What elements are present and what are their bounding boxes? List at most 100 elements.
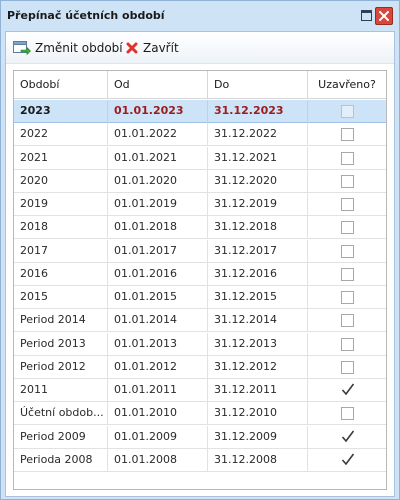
cell-period: Period 2014: [14, 309, 108, 333]
table-row[interactable]: Period 2012 01.01.2012 31.12.2012: [14, 355, 386, 379]
cell-to: 31.12.2020: [208, 169, 308, 193]
cell-from: 01.01.2009: [108, 425, 208, 449]
cell-period: 2020: [14, 169, 108, 193]
table-row[interactable]: 2011 01.01.2011 31.12.2011: [14, 379, 386, 402]
cell-from: 01.01.2012: [108, 355, 208, 379]
closed-checkbox[interactable]: [341, 314, 354, 328]
cell-to: 31.12.2009: [208, 425, 308, 449]
closed-checkbox[interactable]: [341, 198, 354, 211]
table-row[interactable]: Period 2009 01.01.2009 31.12.2009: [14, 425, 386, 449]
cell-closed: [308, 333, 386, 356]
cell-period: 2019: [14, 193, 108, 216]
cell-period: 2017: [14, 239, 108, 263]
column-header-from[interactable]: Od: [108, 71, 208, 99]
closed-checkbox[interactable]: [341, 291, 354, 304]
closed-checkbox[interactable]: [341, 360, 354, 374]
closed-checkbox[interactable]: [341, 174, 354, 188]
table-row[interactable]: Perioda 2008 01.01.2008 31.12.2008: [14, 448, 386, 472]
cell-closed: [308, 147, 386, 170]
cell-to: 31.12.2017: [208, 239, 308, 263]
cell-period: Period 2009: [14, 425, 108, 449]
cell-to: 31.12.2008: [208, 448, 308, 472]
cell-period: 2021: [14, 146, 108, 170]
cell-from: 01.01.2013: [108, 332, 208, 356]
table-row[interactable]: Účetní obdob... 01.01.2010 31.12.2010: [14, 402, 386, 426]
close-button[interactable]: Zavřít: [125, 39, 179, 57]
closed-checkbox[interactable]: [341, 244, 354, 258]
red-x-icon: [126, 42, 138, 54]
cell-to: 31.12.2019: [208, 193, 308, 216]
table-row[interactable]: 2018 01.01.2018 31.12.2018: [14, 216, 386, 240]
close-icon: [379, 11, 389, 21]
cell-to: 31.12.2013: [208, 332, 308, 356]
closed-checkbox-checked[interactable]: [341, 453, 355, 467]
closed-checkbox-checked[interactable]: [341, 430, 355, 444]
cell-period: 2011: [14, 379, 108, 402]
closed-checkbox[interactable]: [341, 267, 354, 281]
cell-period: Period 2013: [14, 332, 108, 356]
periods-table: Období Od Do Uzavřeno? 2023 01.01.2023 31.…: [13, 70, 387, 490]
maximize-icon: [361, 10, 372, 21]
cell-closed: [308, 263, 386, 286]
cell-closed: [308, 379, 386, 402]
cell-from: 01.01.2011: [108, 379, 208, 402]
cell-from: 01.01.2014: [108, 309, 208, 333]
cell-period: 2018: [14, 216, 108, 240]
table-row[interactable]: Period 2014 01.01.2014 31.12.2014: [14, 309, 386, 333]
table-row[interactable]: 2019 01.01.2019 31.12.2019: [14, 193, 386, 216]
table-row[interactable]: 2017 01.01.2017 31.12.2017: [14, 239, 386, 263]
closed-checkbox[interactable]: [341, 337, 354, 351]
cell-to: 31.12.2018: [208, 216, 308, 240]
title-bar[interactable]: Přepínač účetních období: [1, 1, 399, 31]
cell-to: 31.12.2012: [208, 355, 308, 379]
window-close-button[interactable]: [375, 7, 393, 25]
cell-period: 2016: [14, 262, 108, 286]
cell-closed: [308, 309, 386, 332]
table-row[interactable]: 2016 01.01.2016 31.12.2016: [14, 262, 386, 286]
cell-from: 01.01.2008: [108, 448, 208, 472]
cell-period: Perioda 2008: [14, 448, 108, 472]
table-header: Období Od Do Uzavřeno?: [14, 71, 386, 99]
closed-checkbox[interactable]: [341, 151, 354, 165]
cell-closed: [308, 426, 386, 449]
table-row[interactable]: 2023 01.01.2023 31.12.2023: [14, 100, 386, 123]
table-row[interactable]: 2022 01.01.2022 31.12.2022: [14, 123, 386, 147]
column-header-closed[interactable]: Uzavřeno?: [308, 71, 386, 99]
cell-from: 01.01.2022: [108, 123, 208, 147]
closed-checkbox-checked[interactable]: [341, 383, 355, 397]
cell-to: 31.12.2023: [208, 100, 308, 123]
cell-period: 2022: [14, 123, 108, 147]
cell-closed: [308, 240, 386, 263]
closed-checkbox[interactable]: [341, 128, 354, 142]
client-area: Změnit období Zavřít Období Od Do Uzavře…: [5, 31, 395, 497]
cell-to: 31.12.2011: [208, 379, 308, 402]
table-row[interactable]: 2021 01.01.2021 31.12.2021: [14, 146, 386, 170]
cell-closed: [308, 123, 386, 146]
column-header-to[interactable]: Do: [208, 71, 308, 99]
cell-from: 01.01.2010: [108, 402, 208, 426]
window-title: Přepínač účetních období: [7, 9, 165, 22]
table-row[interactable]: 2020 01.01.2020 31.12.2020: [14, 169, 386, 193]
change-period-button[interactable]: Změnit období: [13, 39, 123, 57]
closed-checkbox[interactable]: [341, 407, 354, 421]
closed-checkbox[interactable]: [341, 221, 354, 235]
table-row[interactable]: Period 2013 01.01.2013 31.12.2013: [14, 332, 386, 356]
closed-checkbox[interactable]: [341, 105, 354, 118]
column-header-period[interactable]: Období: [14, 71, 108, 99]
table-row[interactable]: 2015 01.01.2015 31.12.2015: [14, 286, 386, 309]
cell-to: 31.12.2016: [208, 262, 308, 286]
cell-closed: [308, 193, 386, 216]
cell-closed: [308, 100, 386, 123]
cell-from: 01.01.2018: [108, 216, 208, 240]
cell-period: 2023: [14, 100, 108, 123]
change-period-label: Změnit období: [35, 41, 123, 55]
maximize-button[interactable]: [358, 8, 374, 24]
cell-to: 31.12.2021: [208, 146, 308, 170]
cell-period: Period 2012: [14, 355, 108, 379]
cell-to: 31.12.2022: [208, 123, 308, 147]
cell-from: 01.01.2020: [108, 169, 208, 193]
checkmark-icon: [341, 430, 355, 442]
cell-period: Účetní obdob...: [14, 402, 108, 426]
cell-from: 01.01.2019: [108, 193, 208, 216]
checkmark-icon: [341, 453, 355, 466]
